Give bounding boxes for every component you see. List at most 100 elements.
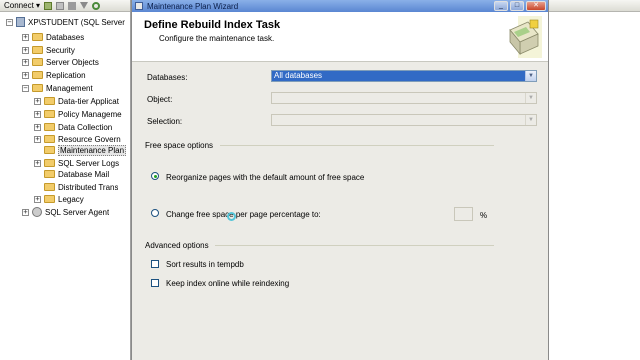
- databases-dropdown[interactable]: All databases ▼: [271, 70, 537, 82]
- tree-node[interactable]: − Management: [22, 82, 93, 94]
- object-selected-value: [272, 93, 525, 103]
- object-dropdown[interactable]: ▼: [271, 92, 537, 104]
- tree-node-label[interactable]: Database Mail: [58, 170, 109, 179]
- expand-icon[interactable]: +: [22, 71, 29, 79]
- expand-icon[interactable]: +: [22, 33, 29, 41]
- chevron-down-icon: ▼: [525, 115, 536, 125]
- expand-icon[interactable]: +: [34, 135, 41, 143]
- tree-node[interactable]: Maintenance Plan: [34, 144, 127, 156]
- tree-node-label[interactable]: XP\STUDENT (SQL Server: [28, 18, 125, 27]
- expand-icon[interactable]: +: [34, 123, 41, 131]
- window-controls: _ □ ✕: [494, 1, 546, 11]
- tree-node-label[interactable]: Management: [46, 84, 93, 93]
- free-space-divider: [220, 145, 494, 146]
- change-free-space-radio[interactable]: [151, 209, 159, 217]
- maintenance-plan-wizard-window: Maintenance Plan Wizard _ □ ✕ Define Reb…: [131, 0, 549, 360]
- connect-button[interactable]: Connect ▾: [4, 1, 40, 10]
- tree-node-label[interactable]: Maintenance Plan: [58, 144, 127, 156]
- background-toolbar: [549, 0, 640, 12]
- window-titlebar[interactable]: Maintenance Plan Wizard: [132, 0, 548, 12]
- tree-node[interactable]: + Policy Manageme: [34, 108, 122, 120]
- tree-node-label[interactable]: Data Collection: [58, 123, 112, 132]
- tree-node-label[interactable]: Server Objects: [46, 58, 99, 67]
- tree-node[interactable]: + Data Collection: [34, 121, 112, 133]
- folder-icon: [44, 146, 55, 154]
- desktop: Connect ▾ − XP\STUDENT (SQL Server + Databa…: [0, 0, 640, 360]
- tree-node-label[interactable]: Data-tier Applicat: [58, 97, 119, 106]
- tree-node[interactable]: + Data-tier Applicat: [34, 95, 119, 107]
- tree-node[interactable]: − XP\STUDENT (SQL Server: [6, 16, 125, 28]
- sort-results-label[interactable]: Sort results in tempdb: [166, 260, 244, 269]
- object-label: Object:: [147, 95, 173, 104]
- tree-node[interactable]: + SQL Server Agent: [22, 206, 109, 218]
- expand-icon[interactable]: +: [34, 159, 41, 167]
- tree-node-label[interactable]: Databases: [46, 33, 84, 42]
- filter-icon[interactable]: [80, 2, 89, 9]
- folder-icon: [44, 195, 55, 203]
- tree-node[interactable]: + Databases: [22, 31, 84, 43]
- tree-node-label[interactable]: Legacy: [58, 195, 84, 204]
- tree-node-label[interactable]: Distributed Trans: [58, 183, 118, 192]
- selection-dropdown[interactable]: ▼: [271, 114, 537, 126]
- mouse-cursor-highlight: [227, 212, 236, 221]
- page-title: Define Rebuild Index Task: [144, 19, 281, 31]
- folder-icon: [44, 123, 55, 131]
- tree-node-label[interactable]: SQL Server Logs: [58, 159, 119, 168]
- selection-selected-value: [272, 115, 525, 125]
- free-space-percent-input[interactable]: [454, 207, 473, 221]
- keep-index-online-label[interactable]: Keep index online while reindexing: [166, 279, 289, 288]
- tree-node-label[interactable]: Policy Manageme: [58, 110, 122, 119]
- free-space-options-title: Free space options: [145, 141, 214, 150]
- folder-icon: [44, 159, 55, 167]
- object-explorer: Connect ▾ − XP\STUDENT (SQL Server + Databa…: [0, 0, 131, 360]
- tree-node-label[interactable]: Replication: [46, 71, 86, 80]
- folder-icon: [32, 58, 43, 66]
- window-title: Maintenance Plan Wizard: [147, 1, 239, 11]
- expand-icon[interactable]: +: [34, 195, 41, 203]
- expand-icon[interactable]: +: [34, 97, 41, 105]
- folder-icon: [44, 170, 55, 178]
- keep-index-online-checkbox[interactable]: [151, 279, 159, 287]
- tree-node[interactable]: Database Mail: [34, 168, 109, 180]
- maximize-button[interactable]: □: [510, 1, 524, 11]
- folder-icon: [32, 84, 43, 92]
- expand-icon[interactable]: +: [22, 208, 29, 216]
- connect-icon[interactable]: [44, 1, 53, 10]
- collapse-icon[interactable]: −: [22, 84, 29, 92]
- minimize-button[interactable]: _: [494, 1, 508, 11]
- expand-icon[interactable]: +: [22, 58, 29, 66]
- chevron-down-icon[interactable]: ▼: [525, 71, 536, 81]
- tree-node-label[interactable]: Resource Govern: [58, 135, 121, 144]
- folder-icon: [32, 33, 43, 41]
- tree-node[interactable]: + Server Objects: [22, 56, 99, 68]
- chevron-down-icon: ▼: [525, 93, 536, 103]
- collapse-icon[interactable]: −: [6, 18, 13, 26]
- tree-node[interactable]: + Replication: [22, 69, 86, 81]
- folder-icon: [32, 46, 43, 54]
- stop-icon[interactable]: [68, 1, 77, 10]
- reorganize-pages-radio[interactable]: [151, 172, 159, 180]
- advanced-options-title: Advanced options: [145, 241, 209, 250]
- expand-icon[interactable]: +: [34, 110, 41, 118]
- wizard-app-icon: [135, 2, 143, 10]
- folder-icon: [44, 135, 55, 143]
- wizard-graphic-icon: [509, 16, 542, 58]
- agent-icon: [32, 207, 42, 217]
- databases-label: Databases:: [147, 73, 188, 82]
- reorganize-pages-label[interactable]: Reorganize pages with the default amount…: [166, 173, 364, 182]
- folder-icon: [32, 71, 43, 79]
- folder-icon: [44, 97, 55, 105]
- tree-node-label[interactable]: Security: [46, 46, 75, 55]
- change-free-space-label[interactable]: Change free space per page percentage to…: [166, 210, 321, 219]
- tree-node-label[interactable]: SQL Server Agent: [45, 208, 109, 217]
- sort-results-checkbox[interactable]: [151, 260, 159, 268]
- selection-label: Selection:: [147, 117, 183, 126]
- expand-icon[interactable]: +: [22, 46, 29, 54]
- tree-node[interactable]: Distributed Trans: [34, 181, 118, 193]
- folder-icon: [44, 183, 55, 191]
- tree-node[interactable]: + Security: [22, 44, 75, 56]
- tree-node[interactable]: + Legacy: [34, 193, 84, 205]
- refresh-icon[interactable]: [92, 1, 101, 10]
- close-button[interactable]: ✕: [526, 1, 546, 11]
- disconnect-icon[interactable]: [56, 1, 65, 10]
